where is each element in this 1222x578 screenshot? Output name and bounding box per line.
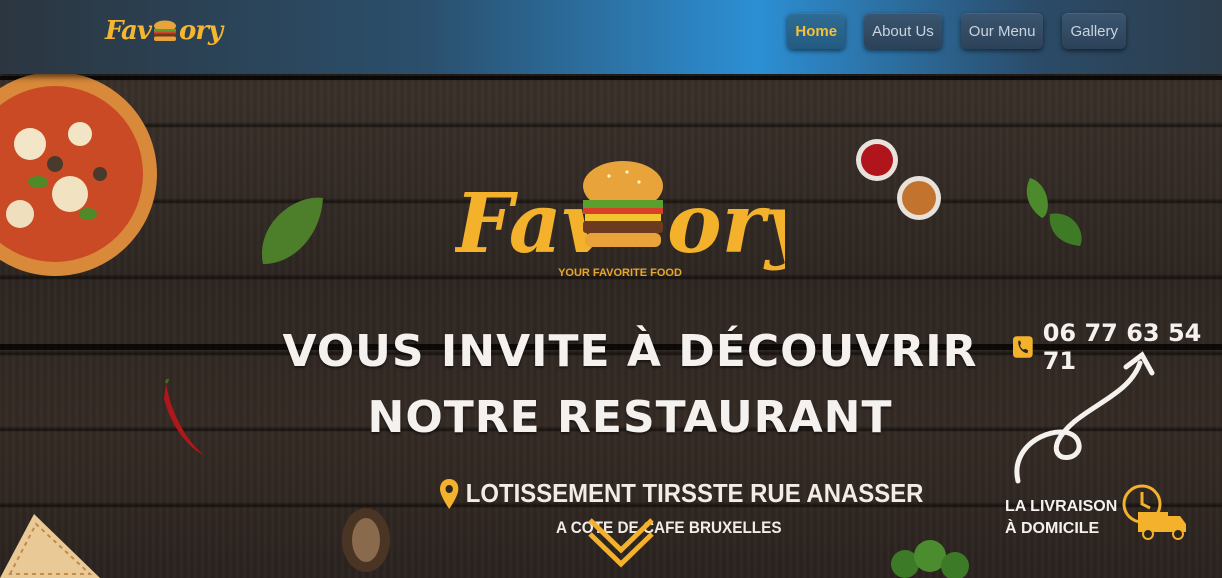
delivery-line-2: À DOMICILE bbox=[1005, 520, 1100, 537]
nav-gallery[interactable]: Gallery bbox=[1062, 13, 1126, 49]
brand-logo[interactable]: Fav ory bbox=[105, 13, 223, 49]
burger-icon bbox=[154, 20, 176, 41]
brand-name-right: ory bbox=[179, 16, 223, 46]
curly-arrow-icon bbox=[1014, 351, 1155, 484]
headline-line-1: VOUS INVITE À DÉCOUVRIR bbox=[282, 326, 978, 377]
burger-icon bbox=[583, 161, 663, 247]
delivery-truck-icon bbox=[1122, 484, 1186, 540]
wood-plank-line bbox=[0, 76, 1222, 80]
nav-home[interactable]: Home bbox=[787, 13, 846, 49]
mushroom-image bbox=[342, 508, 390, 572]
address-text: LOTISSEMENT TIRSSTE RUE ANASSER bbox=[465, 478, 924, 508]
address: LOTISSEMENT TIRSSTE RUE ANASSER bbox=[440, 478, 923, 509]
sandwich-image bbox=[0, 514, 100, 578]
tagline: YOUR FAVORITE FOOD bbox=[558, 267, 682, 279]
basil-leaf-image bbox=[261, 197, 323, 264]
chevron-down-icon[interactable] bbox=[586, 514, 656, 570]
hero-logo-right: ory bbox=[667, 176, 785, 272]
hero-banner: Fav ory YOUR FAVORITE FOOD VOUS INVITE À… bbox=[0, 74, 1222, 578]
delivery-info: LA LIVRAISON À DOMICILE bbox=[1005, 496, 1117, 540]
chili-pepper-image bbox=[164, 379, 204, 455]
brand-name-left: Fav bbox=[105, 16, 152, 46]
nav-about-us[interactable]: About Us bbox=[864, 13, 942, 49]
hero-logo: Fav ory bbox=[455, 161, 785, 272]
pizza-image bbox=[0, 74, 157, 276]
nav-our-menu[interactable]: Our Menu bbox=[960, 13, 1044, 49]
headline-line-2: NOTRE RESTAURANT bbox=[367, 392, 893, 443]
delivery-line-1: LA LIVRAISON bbox=[1005, 498, 1118, 515]
basil-leaf-image bbox=[1026, 178, 1082, 246]
navbar: Fav ory Home About Us Our Menu Gallery bbox=[0, 0, 1222, 74]
sauce-bowls-image bbox=[856, 139, 941, 220]
parsley-image bbox=[891, 540, 969, 578]
location-pin-icon bbox=[440, 478, 459, 509]
main-nav: Home About Us Our Menu Gallery bbox=[787, 13, 1126, 49]
